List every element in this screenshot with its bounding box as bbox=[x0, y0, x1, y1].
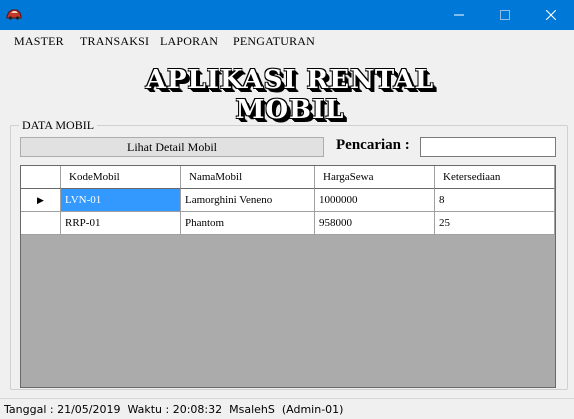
app-title: APLIKASI RENTAL MOBIL bbox=[145, 65, 435, 125]
grid-header-row: KodeMobil NamaMobil HargaSewa Ketersedia… bbox=[21, 166, 555, 189]
column-header[interactable]: NamaMobil bbox=[181, 166, 315, 189]
maximize-icon bbox=[500, 10, 510, 20]
minimize-icon bbox=[454, 14, 464, 16]
row-indicator-icon[interactable]: ▶ bbox=[21, 189, 61, 212]
table-cell[interactable]: 958000 bbox=[315, 212, 435, 235]
table-cell[interactable]: Phantom bbox=[181, 212, 315, 235]
table-cell[interactable]: 25 bbox=[435, 212, 555, 235]
title-bar bbox=[0, 0, 574, 30]
column-header[interactable]: HargaSewa bbox=[315, 166, 435, 189]
menu-bar: MASTER TRANSAKSI LAPORAN PENGATURAN bbox=[0, 30, 574, 52]
maximize-button[interactable] bbox=[482, 0, 528, 30]
table-cell[interactable]: 8 bbox=[435, 189, 555, 212]
status-bar: Tanggal : 21/05/2019 Waktu : 20:08:32 Ms… bbox=[0, 398, 574, 419]
row-header-corner[interactable] bbox=[21, 166, 61, 189]
table-row[interactable]: ▶ LVN-01 Lamorghini Veneno 1000000 8 bbox=[21, 189, 555, 212]
table-cell[interactable]: LVN-01 bbox=[61, 189, 181, 212]
car-data-grid[interactable]: KodeMobil NamaMobil HargaSewa Ketersedia… bbox=[20, 165, 556, 388]
banner: APLIKASI RENTAL MOBIL bbox=[0, 52, 574, 125]
row-header[interactable] bbox=[21, 212, 61, 235]
table-row[interactable]: RRP-01 Phantom 958000 25 bbox=[21, 212, 555, 235]
group-label: DATA MOBIL bbox=[19, 118, 98, 133]
menu-laporan[interactable]: LAPORAN bbox=[160, 34, 218, 49]
close-icon bbox=[546, 10, 556, 20]
menu-pengaturan[interactable]: PENGATURAN bbox=[233, 34, 315, 49]
column-header[interactable]: Ketersediaan bbox=[435, 166, 555, 189]
search-label: Pencarian : bbox=[336, 137, 410, 153]
column-header[interactable]: KodeMobil bbox=[61, 166, 181, 189]
table-cell[interactable]: 1000000 bbox=[315, 189, 435, 212]
table-cell[interactable]: RRP-01 bbox=[61, 212, 181, 235]
status-text: Tanggal : 21/05/2019 Waktu : 20:08:32 Ms… bbox=[4, 403, 344, 416]
row-arrow-icon: ▶ bbox=[37, 194, 44, 205]
close-button[interactable] bbox=[528, 0, 574, 30]
menu-master[interactable]: MASTER bbox=[14, 34, 64, 49]
car-app-icon[interactable] bbox=[6, 7, 22, 21]
menu-transaksi[interactable]: TRANSAKSI bbox=[80, 34, 149, 49]
search-input[interactable] bbox=[420, 137, 556, 157]
minimize-button[interactable] bbox=[436, 0, 482, 30]
view-detail-button[interactable]: Lihat Detail Mobil bbox=[20, 137, 324, 157]
table-cell[interactable]: Lamorghini Veneno bbox=[181, 189, 315, 212]
